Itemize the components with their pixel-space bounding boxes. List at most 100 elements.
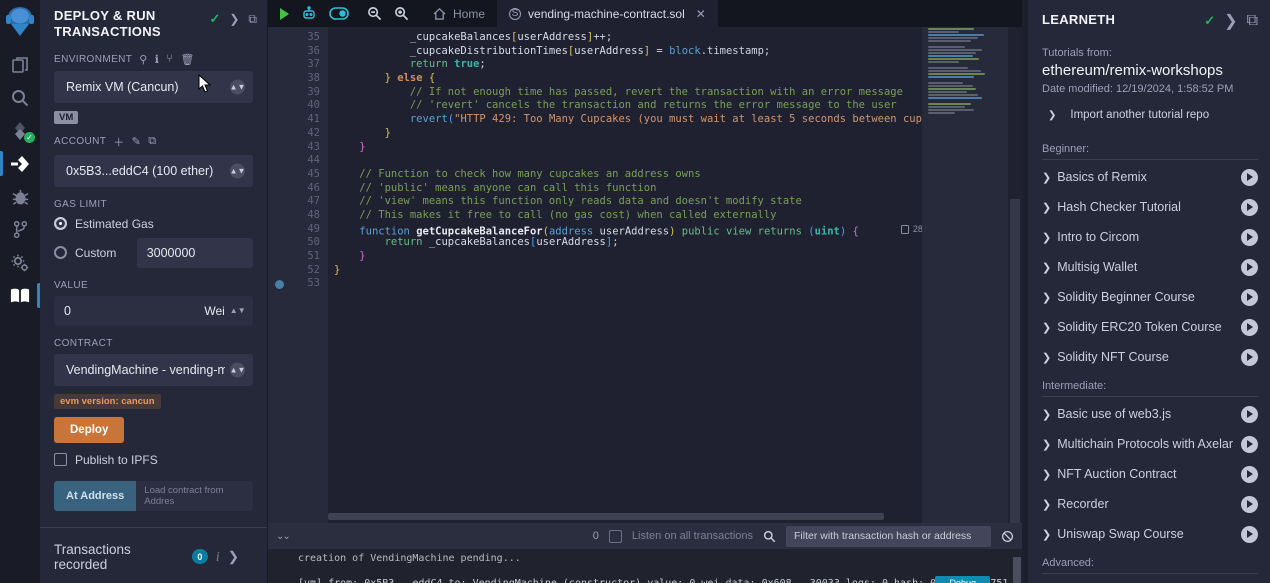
value-unit-select[interactable]: Wei ▲▼ bbox=[197, 296, 253, 326]
tutorial-item[interactable]: ❯Basics of Remix bbox=[1042, 162, 1258, 192]
terminal-filter-input[interactable]: Filter with transaction hash or address bbox=[786, 526, 991, 547]
code-line[interactable]: 47 // 'view' means this function only re… bbox=[268, 195, 922, 209]
estimated-gas-radio[interactable]: Estimated Gas bbox=[54, 212, 253, 236]
zoom-out-icon[interactable] bbox=[367, 6, 382, 21]
copy-icon[interactable]: ⧉ bbox=[148, 135, 156, 148]
play-tutorial-button[interactable] bbox=[1241, 526, 1258, 543]
value-input[interactable]: 0 bbox=[54, 296, 197, 326]
learneth-expand-icon[interactable]: ❯ bbox=[1224, 11, 1237, 31]
tutorial-item[interactable]: ❯Solidity ERC20 Token Course bbox=[1042, 312, 1258, 342]
code-line[interactable]: 43 } bbox=[268, 141, 922, 155]
play-tutorial-button[interactable] bbox=[1241, 466, 1258, 483]
play-tutorial-button[interactable] bbox=[1241, 349, 1258, 366]
custom-gas-input[interactable]: 3000000 bbox=[137, 238, 253, 268]
panel-pin-icon[interactable]: ⧉ bbox=[248, 12, 257, 27]
terminal-content[interactable]: creation of VendingMachine pending... [v… bbox=[268, 549, 1022, 583]
code-line[interactable]: 53 bbox=[268, 277, 922, 291]
learneth-icon[interactable] bbox=[0, 279, 40, 312]
play-tutorial-button[interactable] bbox=[1241, 169, 1258, 186]
remix-logo[interactable] bbox=[5, 6, 35, 38]
code-line[interactable]: 50 return _cupcakeBalances[userAddress]; bbox=[268, 236, 922, 250]
deploy-button[interactable]: Deploy bbox=[54, 417, 124, 443]
git-icon[interactable] bbox=[0, 213, 40, 246]
run-script-icon[interactable] bbox=[280, 8, 289, 20]
info-icon[interactable]: ℹ bbox=[155, 53, 160, 66]
collapse-terminal-icon[interactable]: ⌄⌄ bbox=[276, 531, 289, 542]
transactions-recorded-section[interactable]: Transactions recorded 0 i ❯ bbox=[40, 527, 267, 583]
ai-assistant-icon[interactable] bbox=[301, 6, 317, 21]
listen-transactions-checkbox[interactable] bbox=[609, 530, 622, 543]
debugger-icon[interactable] bbox=[0, 180, 40, 213]
code-line[interactable]: 49 function getCupcakeBalanceFor(address… bbox=[268, 223, 922, 237]
search-icon[interactable] bbox=[0, 81, 40, 114]
fork-icon[interactable]: ⑂ bbox=[166, 53, 173, 65]
tutorial-item[interactable]: ❯Multisig Wallet bbox=[1042, 252, 1258, 282]
learneth-pin-icon[interactable]: ⧉ bbox=[1247, 12, 1258, 30]
editor-minimap[interactable] bbox=[922, 27, 1008, 523]
info-icon[interactable]: i bbox=[216, 549, 220, 565]
code-editor[interactable]: 35 _cupcakeBalances[userAddress]++;36 _c… bbox=[268, 27, 1022, 523]
play-tutorial-button[interactable] bbox=[1241, 496, 1258, 513]
environment-select[interactable]: Remix VM (Cancun) ▲▼ bbox=[54, 71, 253, 103]
publish-ipfs-checkbox[interactable] bbox=[54, 453, 67, 466]
delete-icon[interactable]: 🗑 bbox=[180, 53, 194, 66]
add-account-icon[interactable]: ＋ bbox=[113, 134, 124, 150]
plug-icon[interactable]: ⚲ bbox=[139, 53, 147, 66]
play-tutorial-button[interactable] bbox=[1241, 289, 1258, 306]
breakpoint-icon[interactable] bbox=[275, 280, 284, 289]
zoom-in-icon[interactable] bbox=[394, 6, 409, 21]
solidity-compiler-icon[interactable]: ✓ bbox=[0, 114, 40, 147]
code-line[interactable]: 45 // Function to check how many cupcake… bbox=[268, 168, 922, 182]
tutorial-item[interactable]: ❯Intro to Circom bbox=[1042, 222, 1258, 252]
play-tutorial-button[interactable] bbox=[1241, 259, 1258, 276]
play-tutorial-button[interactable] bbox=[1241, 319, 1258, 336]
tutorial-item[interactable]: ❯Uniswap Swap Course bbox=[1042, 519, 1258, 549]
account-select[interactable]: 0x5B3...eddC4 (100 ether) ▲▼ bbox=[54, 155, 253, 187]
ai-toggle-icon[interactable] bbox=[329, 7, 349, 20]
clear-console-icon[interactable] bbox=[1001, 530, 1014, 543]
terminal-search-icon[interactable] bbox=[763, 530, 776, 543]
file-explorer-icon[interactable] bbox=[0, 48, 40, 81]
tab-vending-machine-contract[interactable]: S vending-machine-contract.sol ✕ bbox=[497, 0, 718, 27]
import-tutorial-repo[interactable]: ❯ Import another tutorial repo bbox=[1042, 109, 1258, 121]
tutorial-item[interactable]: ❯Hash Checker Tutorial bbox=[1042, 192, 1258, 222]
at-address-input[interactable]: Load contract from Addres bbox=[136, 481, 253, 511]
code-line[interactable]: 41 revert("HTTP 429: Too Many Cupcakes (… bbox=[268, 113, 922, 127]
panel-expand-icon[interactable]: ❯ bbox=[229, 12, 239, 26]
at-address-button[interactable]: At Address bbox=[54, 481, 136, 511]
editor-vscrollbar[interactable] bbox=[1008, 27, 1022, 523]
publish-ipfs-row[interactable]: Publish to IPFS bbox=[54, 453, 253, 467]
code-line[interactable]: 51 } bbox=[268, 250, 922, 264]
tutorial-item[interactable]: ❯Basic use of web3.js bbox=[1042, 399, 1258, 429]
chevron-right-icon[interactable]: ❯ bbox=[228, 549, 239, 565]
deploy-run-icon[interactable] bbox=[0, 147, 40, 180]
code-line[interactable]: 38 } else { bbox=[268, 72, 922, 86]
tutorial-item[interactable]: ❯Solidity NFT Course bbox=[1042, 342, 1258, 372]
code-line[interactable]: 37 return true; bbox=[268, 58, 922, 72]
code-line[interactable]: 44 bbox=[268, 154, 922, 168]
sign-message-icon[interactable]: ✎ bbox=[132, 135, 142, 148]
play-tutorial-button[interactable] bbox=[1241, 229, 1258, 246]
terminal-scrollbar[interactable] bbox=[1013, 557, 1021, 583]
code-line[interactable]: 35 _cupcakeBalances[userAddress]++; bbox=[268, 31, 922, 45]
code-line[interactable]: 40 // 'revert' cancels the transaction a… bbox=[268, 99, 922, 113]
code-line[interactable]: 46 // 'public' means anyone can call thi… bbox=[268, 182, 922, 196]
tab-home[interactable]: Home bbox=[421, 0, 497, 27]
tutorial-item[interactable]: ❯Solidity Beginner Course bbox=[1042, 282, 1258, 312]
code-line[interactable]: 42 } bbox=[268, 127, 922, 141]
play-tutorial-button[interactable] bbox=[1241, 436, 1258, 453]
play-tutorial-button[interactable] bbox=[1241, 406, 1258, 423]
close-tab-icon[interactable]: ✕ bbox=[696, 7, 706, 21]
debug-button[interactable]: Debug bbox=[935, 576, 990, 583]
play-tutorial-button[interactable] bbox=[1241, 199, 1258, 216]
tutorial-item[interactable]: ❯All about Proxy Contracts bbox=[1042, 576, 1258, 583]
code-line[interactable]: 48 // This makes it free to call (no gas… bbox=[268, 209, 922, 223]
contract-select[interactable]: VendingMachine - vending-machin ▲▼ bbox=[54, 354, 253, 386]
code-line[interactable]: 52} bbox=[268, 264, 922, 278]
tutorial-item[interactable]: ❯Recorder bbox=[1042, 489, 1258, 519]
plugin-manager-icon[interactable] bbox=[0, 246, 40, 279]
code-line[interactable]: 36 _cupcakeDistributionTimes[userAddress… bbox=[268, 45, 922, 59]
editor-hscrollbar[interactable] bbox=[328, 513, 884, 520]
custom-gas-radio[interactable]: Custom bbox=[54, 241, 129, 265]
tutorial-item[interactable]: ❯NFT Auction Contract bbox=[1042, 459, 1258, 489]
